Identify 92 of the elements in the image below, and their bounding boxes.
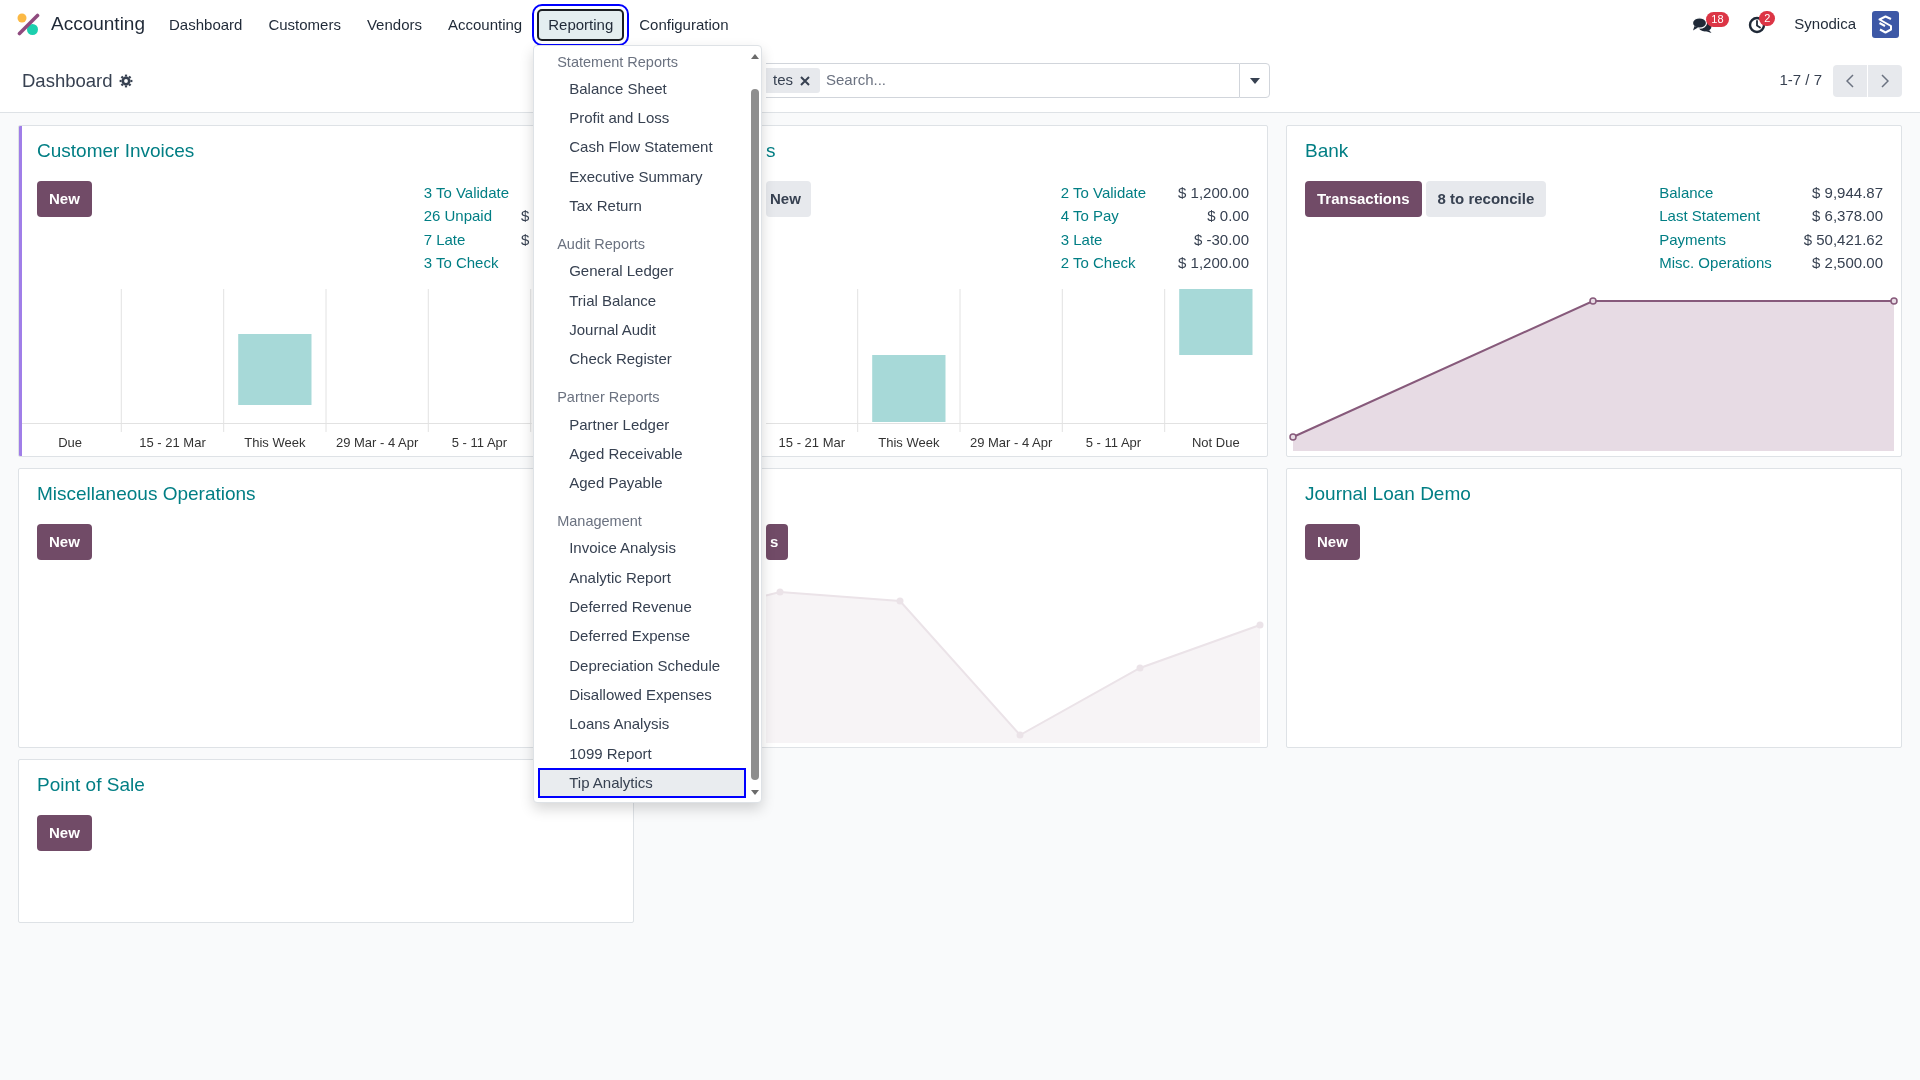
dropdown-item[interactable]: Profit and Loss xyxy=(538,103,747,134)
action-button[interactable]: New xyxy=(37,815,92,851)
stat-amount: $ 2,500.00 xyxy=(1812,252,1883,273)
axis-label: 29 Mar - 4 Apr xyxy=(335,435,419,450)
settings-icon[interactable] xyxy=(118,73,133,88)
journal-title[interactable]: Miscellaneous Operations xyxy=(37,481,256,507)
dropdown-item[interactable]: Trial Balance xyxy=(538,286,747,316)
dropdown-item[interactable]: Check Register xyxy=(538,344,747,375)
axis-label: Not Due xyxy=(1191,435,1240,450)
axis-label: This Week xyxy=(244,435,306,450)
stat-amount: $ 9,944.87 xyxy=(1812,183,1883,203)
stat-link[interactable]: 26 Unpaid xyxy=(423,204,493,228)
section-header: Audit Reports xyxy=(556,235,647,254)
dropdown-item[interactable]: General Ledger xyxy=(538,257,747,287)
search-options-button[interactable] xyxy=(1239,63,1270,98)
stat-link[interactable]: Payments xyxy=(1659,227,1726,251)
company-name[interactable]: Synodica xyxy=(1794,13,1856,36)
axis-label: This Week xyxy=(878,435,940,450)
avatar-icon[interactable] xyxy=(1872,11,1899,38)
stat-amount: $ xyxy=(521,206,530,227)
axis-label: 15 - 21 Mar xyxy=(139,435,206,450)
action-button[interactable]: 8 to reconcile xyxy=(1425,181,1547,217)
journal-title[interactable]: Bank xyxy=(1305,138,1349,164)
stat-link[interactable]: 2 To Check xyxy=(1060,250,1136,275)
caret-icon xyxy=(1249,77,1260,84)
chevron-right-icon xyxy=(1881,73,1889,88)
axis-label: 5 - 11 Apr xyxy=(1085,435,1142,450)
menu-item[interactable]: Vendors xyxy=(355,8,433,41)
dropdown-item[interactable]: Analytic Report xyxy=(538,563,747,593)
close-icon[interactable] xyxy=(800,75,810,86)
menu-item[interactable]: Dashboard xyxy=(158,8,254,41)
dropdown-item[interactable]: Loans Analysis xyxy=(538,709,747,740)
dropdown-item[interactable]: Tip Analytics xyxy=(538,768,747,798)
dropdown-item[interactable]: Deferred Expense xyxy=(538,621,747,652)
dropdown-item[interactable]: Aged Receivable xyxy=(538,439,747,469)
filter-facet[interactable]: tes xyxy=(766,68,820,93)
dropdown-item[interactable]: 1099 Report xyxy=(538,739,747,769)
logo-icon[interactable] xyxy=(17,13,40,36)
section-header: Partner Reports xyxy=(556,388,661,408)
stat-link[interactable]: Balance xyxy=(1659,181,1714,205)
app-name[interactable]: Accounting xyxy=(51,10,145,39)
dropdown-item[interactable]: Depreciation Schedule xyxy=(538,651,747,681)
stat-amount: $ 50,421.62 xyxy=(1803,229,1883,250)
dropdown-item[interactable]: Executive Summary xyxy=(538,162,747,192)
axis-label: 5 - 11 Apr xyxy=(451,435,508,450)
stat-link[interactable]: Misc. Operations xyxy=(1659,250,1772,275)
facet-label: tes xyxy=(773,70,793,91)
dropdown-item[interactable]: Disallowed Expenses xyxy=(538,680,747,710)
journal-title[interactable]: Point of Sale xyxy=(37,772,145,798)
journal-title[interactable]: s xyxy=(766,138,776,164)
stat-amount: $ xyxy=(521,229,530,250)
stat-link[interactable]: 2 To Validate xyxy=(1060,181,1147,205)
stat-link[interactable]: 3 Late xyxy=(1060,227,1103,251)
dropdown-item[interactable]: Journal Audit xyxy=(538,315,747,345)
axis-label: 15 - 21 Mar xyxy=(778,435,846,450)
action-button[interactable]: New xyxy=(37,524,92,560)
activity-count-badge: 2 xyxy=(1759,10,1776,26)
breadcrumb-title: Dashboard xyxy=(22,68,113,93)
dropdown-item[interactable]: Aged Payable xyxy=(538,468,747,499)
stat-amount: $ 6,378.00 xyxy=(1812,206,1883,227)
message-count-badge: 18 xyxy=(1706,11,1729,27)
axis-label: Due xyxy=(58,435,83,450)
section-header: Statement Reports xyxy=(556,52,680,72)
action-button[interactable]: s xyxy=(766,524,789,560)
stat-amount: $ 1,200.00 xyxy=(1178,183,1249,203)
stat-link[interactable]: 7 Late xyxy=(423,227,466,251)
stat-amount: $ -30.00 xyxy=(1193,229,1249,250)
stat-amount: $ 0.00 xyxy=(1207,206,1249,227)
stat-link[interactable]: 4 To Pay xyxy=(1060,204,1119,228)
stat-amount: $ 1,200.00 xyxy=(1178,252,1249,273)
menu-item[interactable]: Customers xyxy=(257,8,352,41)
stat-link[interactable]: 3 To Check xyxy=(423,250,499,275)
dropdown-item[interactable]: Cash Flow Statement xyxy=(538,133,747,163)
dropdown-item[interactable]: Invoice Analysis xyxy=(538,534,747,564)
stat-link[interactable]: Last Statement xyxy=(1659,204,1761,228)
action-button[interactable]: New xyxy=(1305,524,1360,560)
chevron-left-icon xyxy=(1846,73,1854,88)
pager-value[interactable]: 1-7 / 7 xyxy=(1779,69,1822,92)
section-header: Management xyxy=(556,512,643,532)
journal-title[interactable]: Journal Loan Demo xyxy=(1305,481,1471,507)
dropdown-item[interactable]: Partner Ledger xyxy=(538,410,747,440)
dropdown-item[interactable]: Tax Return xyxy=(538,191,747,221)
menu-item[interactable]: Accounting xyxy=(437,8,534,41)
journal-title[interactable]: Customer Invoices xyxy=(37,138,195,164)
action-button[interactable]: Transactions xyxy=(1305,181,1422,217)
dropdown-item[interactable]: Balance Sheet xyxy=(538,74,747,104)
stat-link[interactable]: 3 To Validate xyxy=(423,181,509,205)
action-button[interactable]: New xyxy=(766,181,811,217)
axis-label: 29 Mar - 4 Apr xyxy=(969,435,1053,450)
dropdown-item[interactable]: Deferred Revenue xyxy=(538,592,747,622)
menu-item[interactable]: Configuration xyxy=(628,8,740,41)
action-button[interactable]: New xyxy=(37,181,92,217)
